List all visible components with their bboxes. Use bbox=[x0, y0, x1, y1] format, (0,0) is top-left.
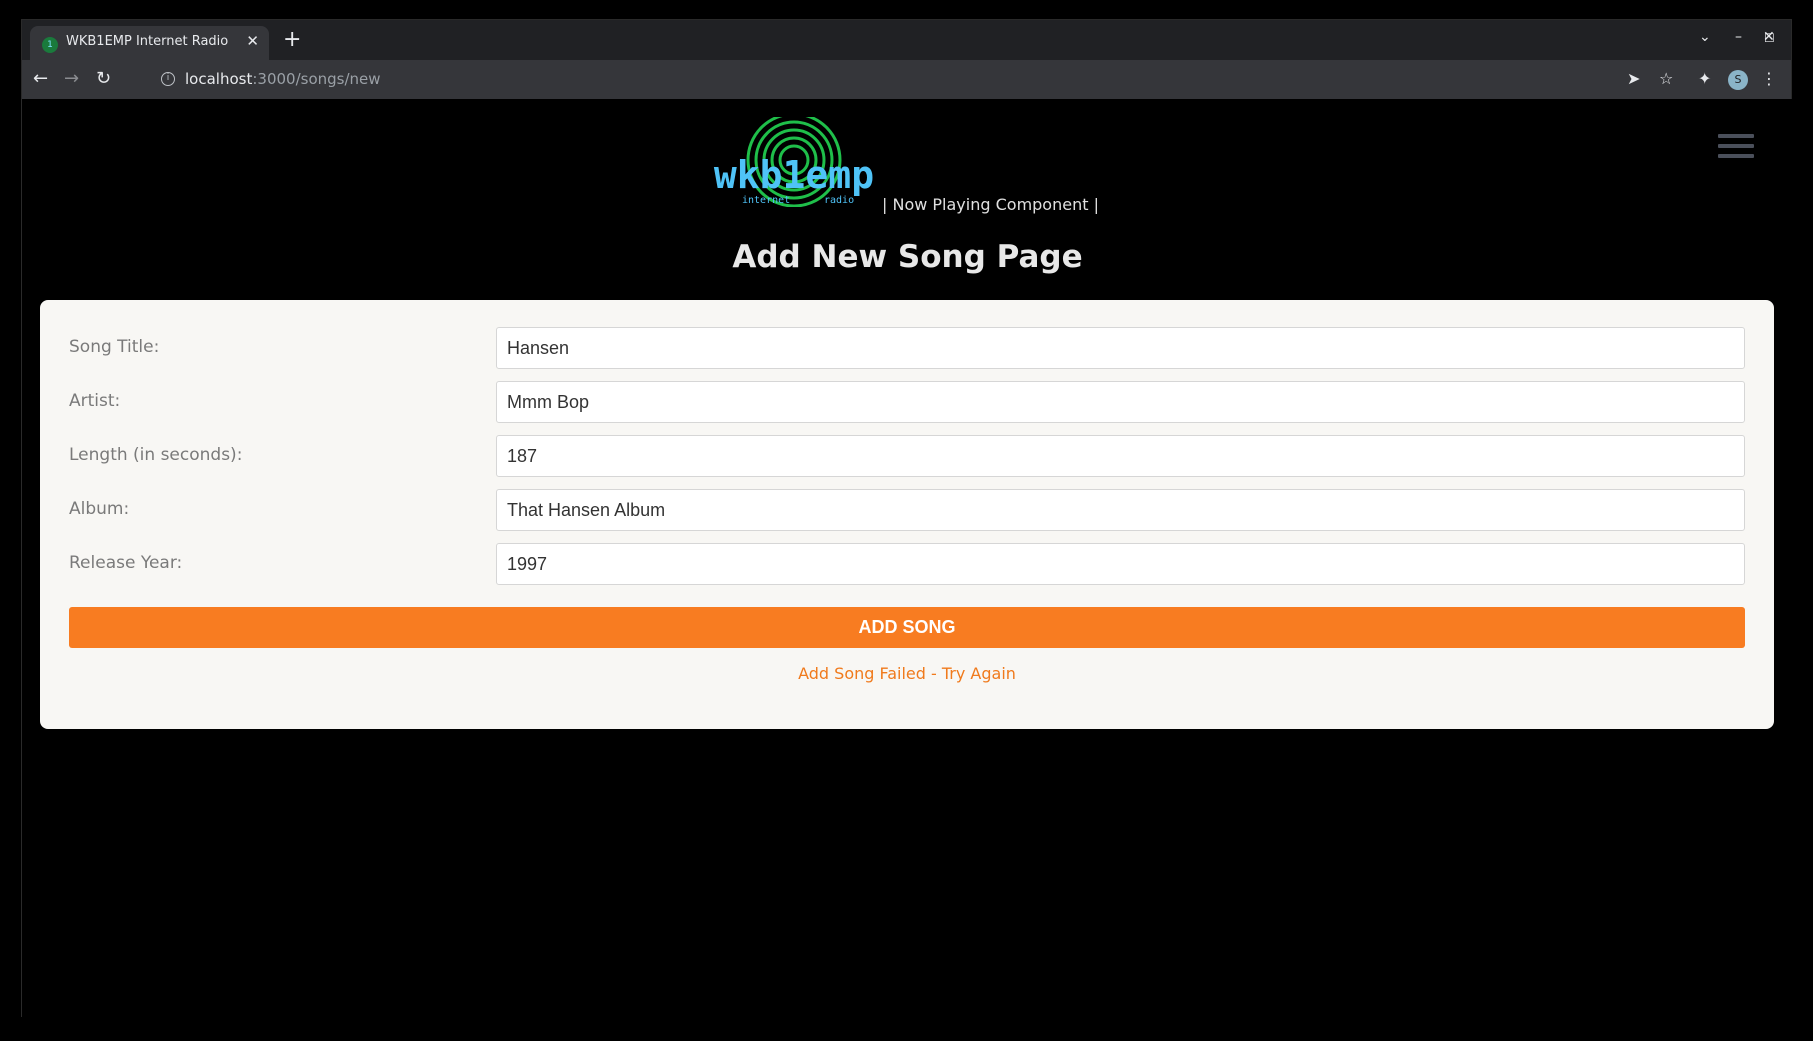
page-viewport: wkb1emp internet radio | Now Playing Com… bbox=[22, 99, 1793, 1018]
extensions-icon[interactable]: ✦ bbox=[1698, 69, 1711, 88]
back-icon[interactable]: ← bbox=[33, 68, 48, 89]
page-title: Add New Song Page bbox=[732, 239, 1083, 275]
tab-strip: 1 WKB1EMP Internet Radio ✕ + ⌄ – ☐ ✕ bbox=[22, 20, 1791, 60]
hamburger-menu-icon[interactable] bbox=[1718, 134, 1754, 164]
site-info-icon[interactable]: i bbox=[161, 72, 175, 86]
length-input[interactable] bbox=[496, 435, 1745, 477]
favicon-icon: 1 bbox=[42, 37, 58, 53]
album-input[interactable] bbox=[496, 489, 1745, 531]
browser-tab[interactable]: 1 WKB1EMP Internet Radio ✕ bbox=[30, 26, 269, 60]
tab-search-icon[interactable]: ⌄ bbox=[1699, 29, 1711, 45]
length-row: Length (in seconds): bbox=[69, 435, 1745, 477]
profile-avatar[interactable]: S bbox=[1728, 70, 1748, 90]
song-title-label: Song Title: bbox=[69, 337, 160, 357]
album-row: Album: bbox=[69, 489, 1745, 531]
browser-toolbar: ← → ↻ i localhost:3000/songs/new ➤ ☆ ✦ S… bbox=[22, 60, 1791, 99]
window-close-icon[interactable]: ✕ bbox=[1763, 29, 1775, 45]
address-bar[interactable]: i localhost:3000/songs/new bbox=[142, 65, 1602, 94]
status-message: Add Song Failed - Try Again bbox=[798, 664, 1016, 683]
artist-row: Artist: bbox=[69, 381, 1745, 423]
forward-icon[interactable]: → bbox=[64, 68, 79, 89]
song-title-input[interactable] bbox=[496, 327, 1745, 369]
new-tab-icon[interactable]: + bbox=[283, 27, 301, 52]
browser-window: 1 WKB1EMP Internet Radio ✕ + ⌄ – ☐ ✕ ← →… bbox=[21, 19, 1793, 1018]
release-year-label: Release Year: bbox=[69, 553, 183, 573]
artist-input[interactable] bbox=[496, 381, 1745, 423]
now-playing-link[interactable]: | Now Playing Component | bbox=[882, 195, 1099, 214]
wkb1emp-logo[interactable]: wkb1emp internet radio bbox=[712, 117, 877, 207]
song-title-row: Song Title: bbox=[69, 327, 1745, 369]
logo-text: wkb1emp bbox=[714, 153, 874, 197]
tab-title: WKB1EMP Internet Radio bbox=[66, 34, 229, 49]
send-icon[interactable]: ➤ bbox=[1627, 69, 1640, 88]
release-year-input[interactable] bbox=[496, 543, 1745, 585]
length-label: Length (in seconds): bbox=[69, 445, 243, 465]
close-tab-icon[interactable]: ✕ bbox=[246, 32, 259, 50]
url-text[interactable]: localhost:3000/songs/new bbox=[185, 70, 381, 88]
logo-sub-right: radio bbox=[824, 195, 854, 206]
release-year-row: Release Year: bbox=[69, 543, 1745, 585]
artist-label: Artist: bbox=[69, 391, 121, 411]
add-song-button[interactable]: ADD SONG bbox=[69, 607, 1745, 648]
bookmark-star-icon[interactable]: ☆ bbox=[1659, 69, 1673, 88]
menu-dots-icon[interactable]: ⋮ bbox=[1761, 69, 1777, 88]
reload-icon[interactable]: ↻ bbox=[96, 68, 111, 89]
album-label: Album: bbox=[69, 499, 130, 519]
minimize-icon[interactable]: – bbox=[1735, 29, 1742, 45]
logo-sub-left: internet bbox=[742, 195, 790, 206]
add-song-form: Song Title: Artist: Length (in seconds):… bbox=[40, 300, 1774, 729]
